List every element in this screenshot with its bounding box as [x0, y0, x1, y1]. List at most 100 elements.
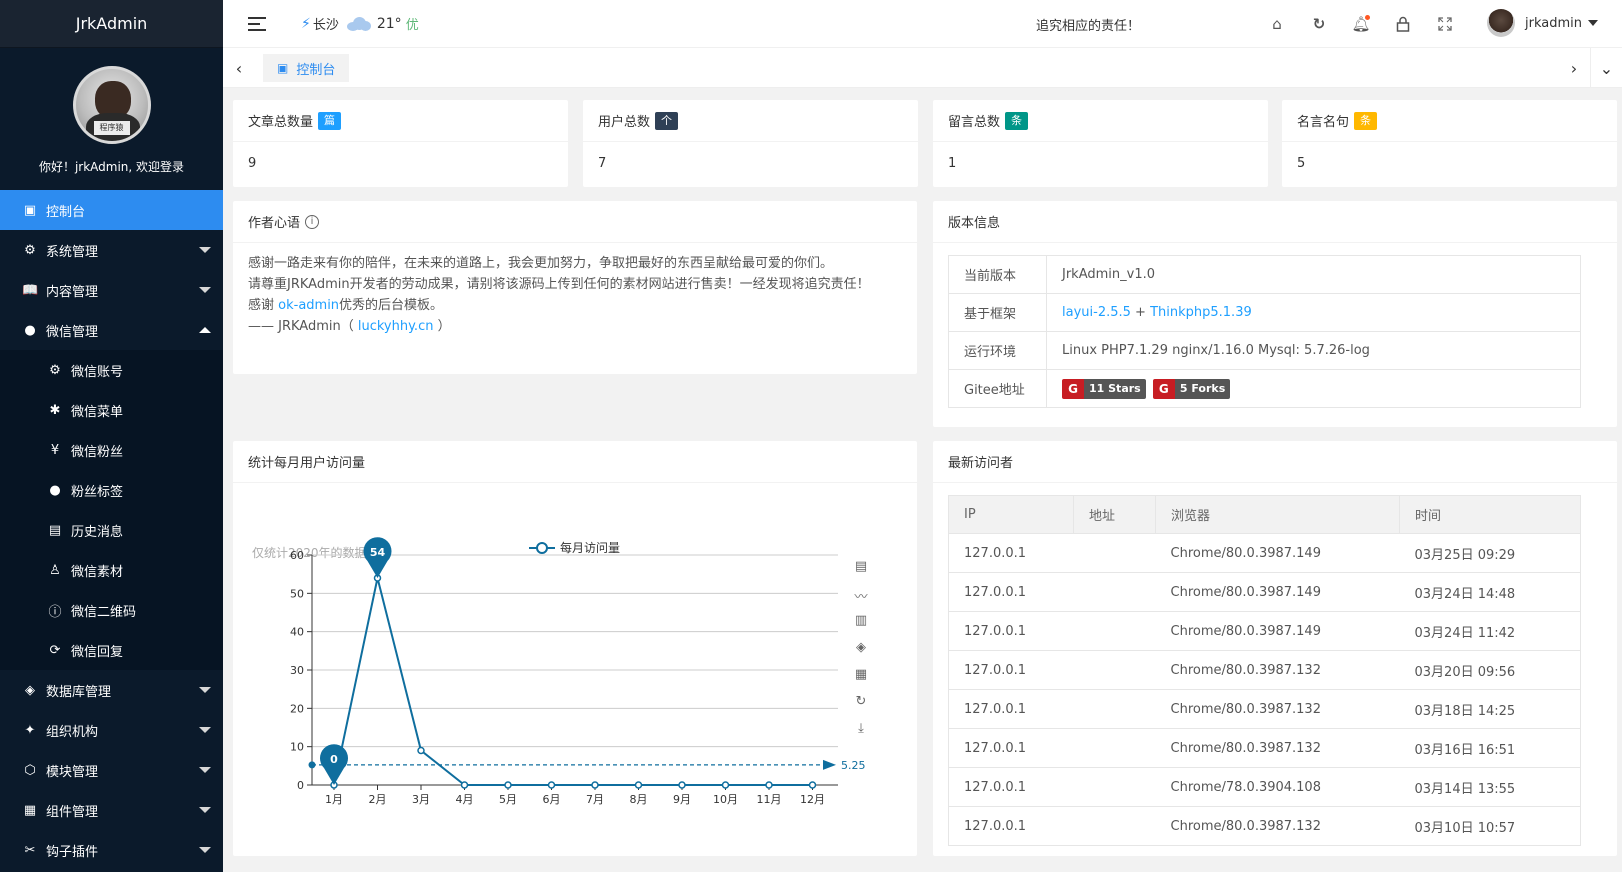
restore-icon[interactable]: ↻: [852, 694, 870, 712]
table-row[interactable]: 127.0.0.1 Chrome/80.0.3987.149 03月25日 09:2…: [948, 533, 1581, 573]
thinkphp-link[interactable]: Thinkphp5.1.39: [1150, 305, 1252, 320]
wechat-icon: ●: [24, 322, 36, 338]
tiled-icon[interactable]: ▦: [852, 667, 870, 685]
tab-label: 控制台: [296, 62, 336, 78]
home-icon[interactable]: ⌂: [1266, 13, 1288, 35]
username[interactable]: jrkadmin: [1525, 16, 1582, 31]
chevron-down-icon[interactable]: [199, 767, 211, 773]
bar-chart-icon[interactable]: ▥: [852, 613, 870, 631]
stat-label: 文章总数量: [248, 115, 314, 130]
y-tick-label: 30: [290, 664, 304, 677]
sidebar-item-12[interactable]: ◈ 数据库管理: [0, 670, 223, 710]
table-cell: [1073, 572, 1156, 612]
brand-logo[interactable]: JrkAdmin: [0, 0, 223, 48]
layui-link[interactable]: layui-2.5.5: [1062, 305, 1131, 320]
sidebar-item-5[interactable]: ✱ 微信菜单: [0, 390, 223, 430]
table-row[interactable]: 127.0.0.1 Chrome/80.0.3987.132 03月18日 14:2…: [948, 689, 1581, 729]
header-icons: ⌂ ↻ 🔔︎: [1266, 13, 1476, 35]
table-cell: [1073, 650, 1156, 690]
gitee-forks-badge[interactable]: G5 Forks: [1152, 378, 1231, 399]
table-cell: [1073, 611, 1156, 651]
sidebar-item-0[interactable]: ▣ 控制台: [0, 190, 223, 230]
data-view-icon[interactable]: ▤: [852, 559, 870, 577]
table-row[interactable]: 127.0.0.1 Chrome/80.0.3987.132 03月20日 09:5…: [948, 650, 1581, 690]
table-row[interactable]: 127.0.0.1 Chrome/80.0.3987.132 03月10日 10:5…: [948, 806, 1581, 846]
table-row[interactable]: 127.0.0.1 Chrome/80.0.3987.132 03月16日 16:5…: [948, 728, 1581, 768]
chevron-down-icon[interactable]: [199, 847, 211, 853]
cube-icon: ⬡: [24, 762, 36, 778]
download-icon[interactable]: ⤓: [852, 721, 870, 739]
sidebar-item-label: 微信回复: [71, 644, 124, 660]
wechat-icon: ●: [49, 482, 61, 498]
sidebar-item-label: 微信账号: [71, 364, 124, 380]
chevron-down-icon[interactable]: [199, 687, 211, 693]
book-icon: 📖: [22, 282, 39, 298]
sidebar-item-2[interactable]: 📖 内容管理: [0, 270, 223, 310]
sidebar-item-13[interactable]: ✦ 组织机构: [0, 710, 223, 750]
tab-next-icon[interactable]: ›: [1558, 48, 1590, 88]
lock-icon[interactable]: [1392, 13, 1414, 35]
author-line: 请尊重JRKAdmin开发者的劳动成果，请别将该源码上传到任何的素材网站进行售卖…: [248, 277, 870, 292]
sidebar-item-1[interactable]: ⚙ 系统管理: [0, 230, 223, 270]
table-cell: [1073, 533, 1156, 573]
stack-icon[interactable]: ◈: [852, 640, 870, 658]
y-tick-label: 40: [290, 626, 304, 639]
table-row[interactable]: 127.0.0.1 Chrome/80.0.3987.149 03月24日 11:4…: [948, 611, 1581, 651]
sidebar-item-label: 微信管理: [46, 324, 99, 340]
snowflake-icon: ✱: [49, 402, 61, 418]
table-row[interactable]: 127.0.0.1 Chrome/80.0.3987.149 03月24日 14:4…: [948, 572, 1581, 612]
fullscreen-icon[interactable]: [1434, 13, 1456, 35]
sidebar-item-label: 微信粉丝: [71, 444, 124, 460]
chevron-down-icon[interactable]: [199, 727, 211, 733]
menu-toggle-icon[interactable]: [248, 16, 266, 31]
tab-dashboard[interactable]: ▣ 控制台: [263, 54, 350, 82]
sidebar-item-10[interactable]: ⓘ 微信二维码: [0, 590, 223, 630]
chevron-down-icon[interactable]: [199, 247, 211, 253]
y-tick-label: 0: [297, 779, 304, 792]
info-icon[interactable]: i: [305, 214, 320, 229]
gitee-stars-badge[interactable]: G 11 Stars: [1062, 378, 1146, 399]
luckyhhy-link[interactable]: luckyhhy.cn: [358, 319, 434, 334]
chevron-down-icon[interactable]: [1588, 20, 1598, 26]
chevron-down-icon[interactable]: [199, 807, 211, 813]
line-chart-icon[interactable]: 〰: [852, 586, 870, 605]
table-cell: 127.0.0.1: [948, 572, 1074, 612]
x-tick-label: 1月: [325, 793, 343, 806]
stat-card-quotes: 名言名句条 5: [1282, 100, 1617, 187]
sidebar-item-15[interactable]: ▦ 组件管理: [0, 790, 223, 830]
tab-prev-icon[interactable]: ‹: [223, 48, 255, 88]
ok-admin-link[interactable]: ok-admin: [278, 298, 339, 313]
sidebar-item-16[interactable]: ✂ 钩子插件: [0, 830, 223, 870]
column-header[interactable]: 时间: [1399, 495, 1581, 534]
sidebar-item-3[interactable]: ● 微信管理: [0, 310, 223, 350]
sidebar-item-7[interactable]: ● 粉丝标签: [0, 470, 223, 510]
sidebar-item-4[interactable]: ⚙ 微信账号: [0, 350, 223, 390]
sidebar-item-label: 内容管理: [46, 284, 99, 300]
sidebar-item-14[interactable]: ⬡ 模块管理: [0, 750, 223, 790]
refresh-icon[interactable]: ↻: [1308, 13, 1330, 35]
chevron-down-icon[interactable]: [199, 287, 211, 293]
column-header[interactable]: 浏览器: [1155, 495, 1400, 534]
sidebar-item-11[interactable]: ⟳ 微信回复: [0, 630, 223, 670]
table-cell: [1073, 728, 1156, 768]
column-header[interactable]: IP: [948, 495, 1074, 534]
avatar[interactable]: 程序猿: [72, 66, 151, 144]
author-line: 感谢一路走来有你的陪伴，在未来的道路上，我会更加努力，争取把最好的东西呈献给最可…: [248, 256, 834, 271]
table-row[interactable]: 127.0.0.1 Chrome/78.0.3904.108 03月14日 13:5…: [948, 767, 1581, 807]
bell-icon[interactable]: 🔔︎: [1350, 13, 1372, 35]
sidebar-item-8[interactable]: ▤ 历史消息: [0, 510, 223, 550]
top-header: ⚡ 长沙 21° 优 追究相应的责任！ ⌂ ↻ 🔔︎ jrkadmin: [223, 0, 1622, 48]
settings-icon: ⚙: [49, 362, 61, 378]
column-header[interactable]: 地址: [1073, 495, 1156, 534]
avatar[interactable]: [1487, 9, 1515, 37]
author-body: 感谢一路走来有你的陪伴，在未来的道路上，我会更加努力，争取把最好的东西呈献给最可…: [233, 243, 917, 347]
weather-city: 长沙: [312, 18, 339, 33]
sidebar-item-9[interactable]: ♙ 微信素材: [0, 550, 223, 590]
monitor-icon: ▣: [277, 61, 289, 75]
user-menu[interactable]: jrkadmin: [1487, 9, 1598, 37]
chevron-up-icon[interactable]: [199, 327, 211, 333]
sidebar-item-6[interactable]: ¥ 微信粉丝: [0, 430, 223, 470]
stat-badge: 条: [1005, 111, 1029, 130]
chevron-down-icon[interactable]: ⌄: [1590, 48, 1622, 88]
sidebar-item-label: 组件管理: [46, 804, 99, 820]
